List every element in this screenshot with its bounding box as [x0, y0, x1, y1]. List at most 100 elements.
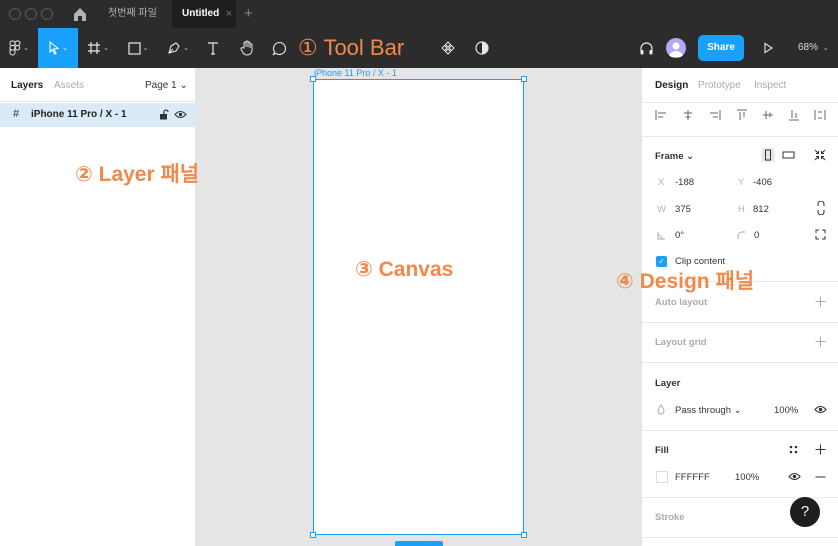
y-label: Y [738, 177, 745, 188]
text-tool-button[interactable] [200, 28, 226, 68]
resize-handle[interactable] [310, 76, 316, 82]
tab-design[interactable]: Design [655, 80, 688, 91]
tab-inspect[interactable]: Inspect [754, 80, 786, 91]
align-bottom-icon[interactable] [788, 109, 800, 121]
home-icon[interactable] [72, 6, 88, 22]
present-button[interactable] [758, 28, 778, 68]
styles-grid-icon[interactable] [789, 445, 798, 454]
frame-name-label[interactable]: iPhone 11 Pro / X - 1 [314, 68, 397, 78]
zoom-dropdown[interactable]: 68% ⌄ [798, 28, 829, 68]
comment-bubble-icon [271, 41, 286, 56]
title-bar: 첫번째 파일 Untitled × + [0, 0, 838, 28]
pen-icon [168, 42, 180, 54]
add-layout-grid-icon[interactable] [815, 336, 826, 347]
play-icon [764, 42, 774, 54]
layer-section-title: Layer [655, 378, 681, 389]
comment-tool-button[interactable] [266, 28, 292, 68]
h-label: H [738, 204, 745, 215]
portrait-icon[interactable] [761, 148, 775, 162]
divider [642, 537, 838, 538]
height-input[interactable]: 812 [753, 204, 769, 215]
x-input[interactable]: -188 [675, 177, 694, 188]
components-icon [441, 41, 455, 55]
frame-hash-icon [88, 42, 101, 54]
close-tab-icon[interactable]: × [226, 0, 232, 28]
y-input[interactable]: -406 [753, 177, 772, 188]
layer-panel-annotation: ② Layer 패널 [75, 163, 200, 186]
fill-opacity-input[interactable]: 100% [735, 472, 759, 483]
frame-tool-button[interactable]: ⌄ [80, 28, 116, 68]
unlock-icon[interactable] [159, 109, 169, 120]
align-vertical-center-icon[interactable] [762, 109, 774, 121]
chevron-down-icon: ⌄ [142, 45, 149, 52]
canvas-annotation: ③ Canvas [355, 258, 454, 281]
tab-untitled[interactable]: Untitled × [172, 0, 236, 28]
rotation-input[interactable]: 0° [675, 230, 684, 241]
half-circle-contrast-icon [475, 41, 489, 55]
layer-name: iPhone 11 Pro / X - 1 [31, 109, 127, 120]
align-right-icon[interactable] [709, 109, 721, 121]
text-t-icon [208, 42, 218, 55]
tab-prototype[interactable]: Prototype [698, 80, 741, 91]
fill-hex-input[interactable]: FFFFFF [675, 472, 710, 483]
distribute-icon[interactable] [814, 109, 826, 121]
constrain-proportions-icon[interactable] [817, 201, 825, 215]
main-menu-button[interactable]: ⌄ [0, 28, 38, 68]
blend-mode-dropdown[interactable]: Pass through ⌄ [675, 405, 742, 416]
independent-corners-icon[interactable] [815, 229, 826, 240]
tab-first-file-label: 첫번째 파일 [108, 8, 157, 19]
frame-section-title[interactable]: Frame ⌄ [655, 151, 694, 162]
components-button[interactable] [438, 28, 458, 68]
window-zoom-button[interactable] [41, 8, 53, 20]
resize-handle[interactable] [521, 532, 527, 538]
share-button[interactable]: Share [698, 35, 744, 61]
eye-visible-icon[interactable] [174, 110, 187, 119]
design-panel: Design Prototype Inspect Frame ⌄ X -188 … [641, 68, 838, 546]
move-tool-button[interactable]: ⌄ [38, 28, 78, 68]
new-tab-icon[interactable]: + [244, 0, 253, 28]
x-label: X [658, 177, 665, 188]
cursor-arrow-icon [49, 41, 60, 55]
window-minimize-button[interactable] [25, 8, 37, 20]
pen-tool-button[interactable]: ⌄ [160, 28, 196, 68]
resize-handle[interactable] [310, 532, 316, 538]
window-close-button[interactable] [9, 8, 21, 20]
width-input[interactable]: 375 [675, 204, 691, 215]
toolbar: ⌄ ⌄ ⌄ ⌄ ⌄ ① Tool Bar Share 68% ⌄ [0, 28, 838, 68]
align-top-icon[interactable] [736, 109, 748, 121]
shape-tool-button[interactable]: ⌄ [120, 28, 156, 68]
align-left-icon[interactable] [655, 109, 667, 121]
rotation-icon [657, 232, 665, 240]
eye-visible-icon[interactable] [814, 405, 827, 414]
radius-input[interactable]: 0 [754, 230, 759, 241]
iphone-frame[interactable] [313, 79, 524, 535]
tab-assets[interactable]: Assets [54, 80, 84, 91]
add-fill-icon[interactable] [815, 444, 826, 455]
rectangle-icon [127, 41, 141, 55]
fill-color-swatch[interactable] [656, 471, 668, 483]
landscape-icon[interactable] [782, 150, 795, 160]
add-auto-layout-icon[interactable] [815, 296, 826, 307]
eye-visible-icon[interactable] [788, 472, 801, 481]
user-silhouette-icon [669, 42, 683, 57]
remove-fill-icon[interactable] [815, 476, 826, 478]
frame-size-badge [395, 541, 443, 546]
divider [642, 102, 838, 103]
divider [642, 362, 838, 363]
help-button[interactable]: ? [790, 497, 820, 527]
contrast-button[interactable] [472, 28, 492, 68]
tab-layers[interactable]: Layers [11, 80, 43, 91]
resize-to-fit-icon[interactable] [814, 149, 826, 161]
tab-first-file[interactable]: 첫번째 파일 [98, 0, 170, 28]
avatar[interactable] [666, 38, 686, 58]
layer-opacity-input[interactable]: 100% [774, 405, 798, 416]
hand-tool-button[interactable] [234, 28, 260, 68]
chevron-down-icon: ⌄ [822, 45, 829, 52]
w-label: W [657, 204, 666, 215]
page-selector[interactable]: Page 1 ⌄ [145, 80, 188, 91]
resize-handle[interactable] [521, 76, 527, 82]
tab-untitled-label: Untitled [182, 8, 220, 19]
align-horizontal-center-icon[interactable] [682, 109, 694, 121]
layer-row-frame[interactable]: # iPhone 11 Pro / X - 1 [0, 103, 196, 127]
audio-button[interactable] [636, 28, 656, 68]
